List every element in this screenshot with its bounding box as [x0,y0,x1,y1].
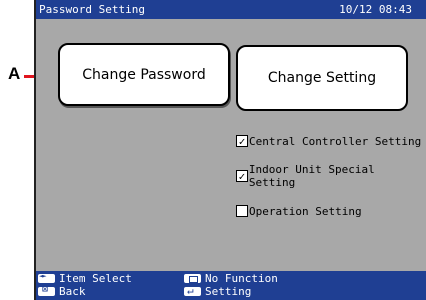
change-password-button[interactable]: Change Password [58,43,230,106]
option-label: Operation Setting [249,204,362,218]
function-key-icon [184,274,201,283]
arrow-keys-icon [38,272,55,283]
change-password-label: Change Password [82,66,206,83]
hint-setting-label: Setting [205,285,252,298]
enter-key-icon [184,284,201,297]
callout-label-a: A [8,64,21,83]
change-setting-label: Change Setting [267,70,377,86]
option-label: Central Controller Setting [249,134,422,148]
title-bar: Password Setting 10/12 08:43 [36,0,426,19]
checkbox[interactable]: ✓ [236,135,248,147]
option-central-controller-setting[interactable]: ✓ Central Controller Setting [236,134,426,148]
hint-setting: Setting [184,284,252,298]
key-guide-bar: Item Select Back No Function Setting [36,271,426,300]
option-label: Indoor Unit Special Setting [248,163,375,189]
settings-options: ✓ Central Controller Setting ✓ Indoor Un… [236,134,426,239]
controller-screen: Password Setting 10/12 08:43 Change Pass… [34,0,426,300]
datetime: 10/12 08:43 [339,3,412,16]
hint-item-select-label: Item Select [59,272,132,285]
hint-back: Back [38,284,86,298]
option-indoor-unit-special-setting[interactable]: ✓ Indoor Unit Special Setting [236,163,426,189]
page-title: Password Setting [39,3,145,16]
hint-no-function: No Function [184,272,278,285]
change-setting-button[interactable]: Change Setting [236,45,408,111]
checkbox[interactable] [236,205,248,217]
option-operation-setting[interactable]: Operation Setting [236,204,426,218]
hint-back-label: Back [59,285,86,298]
checkbox[interactable]: ✓ [236,170,248,182]
hint-no-function-label: No Function [205,272,278,285]
back-key-icon [38,284,55,296]
hint-item-select: Item Select [38,272,132,285]
